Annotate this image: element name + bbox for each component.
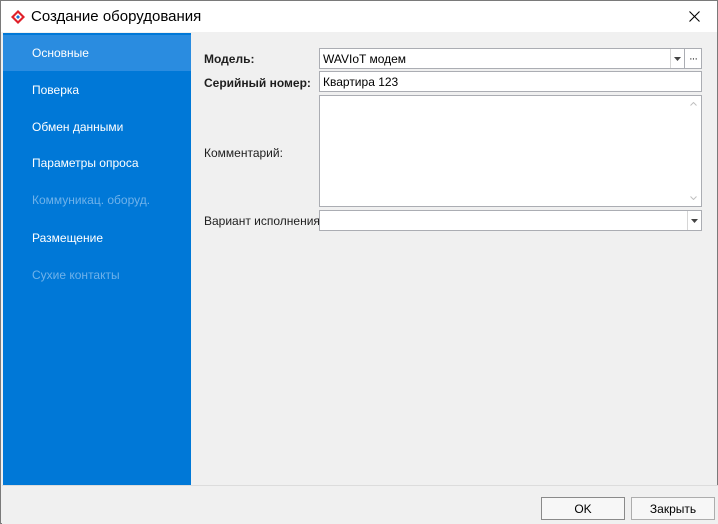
ok-button[interactable]: OK <box>541 497 625 520</box>
serial-label: Серийный номер: <box>204 76 311 90</box>
serial-value: Квартира 123 <box>323 75 399 89</box>
ellipsis-icon: ··· <box>689 52 698 65</box>
model-dropdown-button[interactable] <box>670 49 684 68</box>
scroll-up-icon <box>689 102 697 106</box>
variant-dropdown-button[interactable] <box>687 211 701 230</box>
serial-number-input[interactable]: Квартира 123 <box>319 71 702 92</box>
sidebar-item-comm-equipment: Коммуникац. оборуд. <box>32 193 151 207</box>
chevron-down-icon <box>691 218 698 223</box>
app-logo-icon <box>11 10 25 24</box>
model-browse-button[interactable]: ··· <box>684 49 701 68</box>
window-title: Создание оборудования <box>31 8 202 25</box>
model-combobox[interactable]: WAVIoT модем ··· <box>319 48 702 69</box>
comment-label: Комментарий: <box>204 146 283 160</box>
dialog-window: Создание оборудования Основные Поверка О… <box>0 0 718 524</box>
dialog-footer: OK Закрыть <box>2 485 718 524</box>
model-value: WAVIoT модем <box>323 52 407 66</box>
sidebar-item-data-exchange[interactable]: Обмен данными <box>3 109 191 145</box>
close-window-button[interactable] <box>671 1 717 32</box>
close-icon <box>688 11 700 22</box>
variant-combobox[interactable] <box>319 210 702 231</box>
variant-label: Вариант исполнения: <box>204 214 324 228</box>
chevron-down-icon <box>674 56 681 61</box>
sidebar-item-main[interactable]: Основные <box>3 35 191 71</box>
sidebar-item-verification[interactable]: Поверка <box>3 72 191 108</box>
scroll-down-button[interactable] <box>685 190 701 206</box>
title-bar: Создание оборудования <box>1 1 717 32</box>
form-panel: Модель: WAVIoT модем ··· Серийный номер:… <box>191 33 717 485</box>
sidebar-nav: Основные Поверка Обмен данными Параметры… <box>3 33 191 485</box>
sidebar-item-dry-contacts: Сухие контакты <box>32 268 120 282</box>
scroll-down-icon <box>689 196 697 200</box>
sidebar-item-polling-params[interactable]: Параметры опроса <box>3 145 191 181</box>
close-button[interactable]: Закрыть <box>631 497 715 520</box>
comment-scrollbar[interactable] <box>685 96 701 206</box>
comment-textarea[interactable] <box>319 95 702 207</box>
scroll-up-button[interactable] <box>685 96 701 112</box>
sidebar-item-placement[interactable]: Размещение <box>3 220 191 256</box>
model-label: Модель: <box>204 52 255 66</box>
